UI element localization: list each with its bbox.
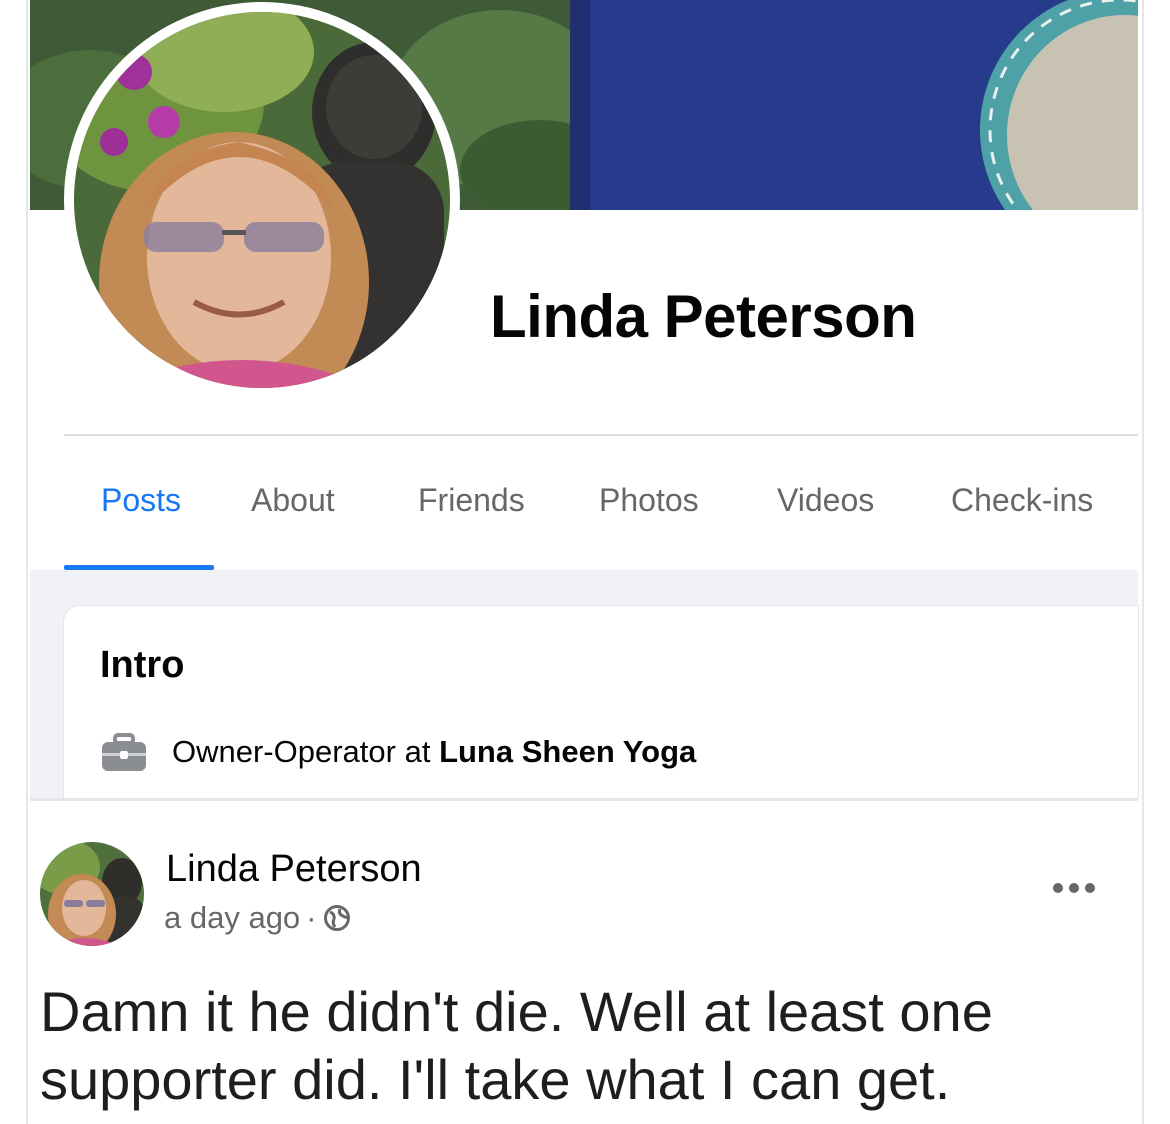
section-separator: [30, 798, 1138, 812]
tab-videos[interactable]: Videos: [777, 482, 874, 519]
workplace-link[interactable]: Luna Sheen Yoga: [439, 734, 696, 769]
intro-title: Intro: [100, 644, 185, 686]
profile-name: Linda Peterson: [490, 283, 917, 350]
tab-posts[interactable]: Posts: [101, 482, 181, 519]
post-author-name[interactable]: Linda Peterson: [166, 848, 422, 891]
frame-border-right: [1142, 0, 1144, 1124]
frame-border-left: [26, 0, 28, 1124]
work-info: Owner-Operator at Luna Sheen Yoga: [172, 734, 696, 770]
post-text: Damn it he didn't die. Well at least one…: [40, 980, 993, 1111]
meta-separator: ·: [306, 900, 317, 935]
work-title: Owner-Operator at: [172, 734, 431, 769]
globe-icon[interactable]: [323, 904, 351, 932]
tab-friends[interactable]: Friends: [418, 482, 525, 519]
profile-avatar[interactable]: [74, 12, 450, 388]
post-timestamp[interactable]: a day ago: [164, 900, 300, 936]
post-meta: a day ago ·: [164, 900, 351, 936]
more-options-icon[interactable]: [1050, 878, 1098, 898]
tab-photos[interactable]: Photos: [599, 482, 699, 519]
tab-about[interactable]: About: [251, 482, 335, 519]
briefcase-icon: [100, 733, 148, 773]
post-author-avatar[interactable]: [40, 842, 144, 946]
tab-check-ins[interactable]: Check-ins: [951, 482, 1093, 519]
header-divider: [64, 434, 1138, 436]
